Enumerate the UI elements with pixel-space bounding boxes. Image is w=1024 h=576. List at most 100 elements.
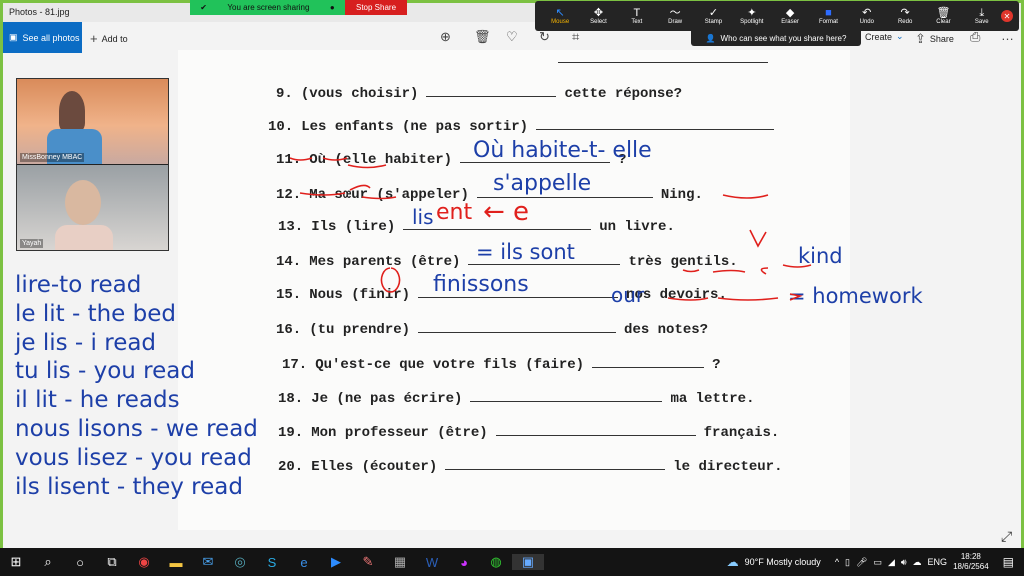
see-all-photos-button[interactable]: ▣ See all photos bbox=[3, 22, 82, 53]
notifications-icon[interactable]: ▤ bbox=[1003, 555, 1014, 569]
annotate-label: Redo bbox=[897, 19, 913, 25]
onedrive-icon[interactable]: ☁ bbox=[913, 557, 922, 568]
mail-icon[interactable]: ✉ bbox=[192, 554, 224, 570]
taskbar: ⊞ ⌕ ○ ⧉ ◉ ▬ ✉ ◎ S e ▶ ✎ ▦ W ◕ ◍ ▣ ☁ 90°F… bbox=[0, 548, 1024, 576]
app-icon[interactable]: ◕ bbox=[448, 555, 480, 570]
note-line: tu lis - you read bbox=[15, 358, 195, 385]
note-line: ils lisent - they read bbox=[15, 473, 243, 500]
rotate-icon[interactable]: ↻ bbox=[539, 29, 550, 45]
annotate-select-button[interactable]: ✥ Select bbox=[579, 7, 617, 25]
annotate-label: Draw bbox=[668, 19, 683, 25]
chrome-icon[interactable]: ◉ bbox=[128, 554, 160, 570]
meet-icon[interactable]: ▯ bbox=[845, 557, 850, 568]
annotate-label: Text bbox=[631, 19, 643, 25]
annotate-eraser-button[interactable]: ◆ Eraser bbox=[771, 7, 809, 25]
zoom-icon[interactable]: ⊕ bbox=[440, 29, 451, 45]
battery-icon[interactable]: ▭ bbox=[873, 557, 882, 568]
select-icon: ✥ bbox=[593, 7, 604, 19]
stop-share-label: Stop Share bbox=[355, 3, 397, 12]
cortana-icon[interactable]: ○ bbox=[64, 555, 96, 570]
browser-icon[interactable]: ◎ bbox=[224, 554, 256, 570]
redo-icon: ↷ bbox=[900, 7, 910, 19]
zoom-app-icon[interactable]: ▶ bbox=[320, 554, 352, 570]
plus-icon: + bbox=[90, 31, 98, 46]
chevron-up-icon[interactable]: ^ bbox=[835, 557, 839, 567]
windows-start-icon[interactable]: ⊞ bbox=[0, 554, 32, 570]
red-annotation-marks bbox=[289, 157, 812, 301]
annotation-toolbar: ↖ Mouse ✥ Select T Text 〜 Draw ✓ Stamp ✦ Spotlight ◆… bbox=[535, 1, 1019, 31]
participant-avatar bbox=[59, 91, 85, 131]
crop-icon[interactable]: ⌗ bbox=[572, 29, 579, 45]
word-icon[interactable]: W bbox=[416, 555, 448, 570]
stamp-icon: ✓ bbox=[708, 7, 719, 19]
annotate-clear-button[interactable]: 🗑 Clear bbox=[924, 7, 962, 25]
language-indicator[interactable]: ENG bbox=[928, 557, 948, 567]
time: 18:28 bbox=[960, 552, 981, 561]
sharing-status: You are screen sharing bbox=[227, 3, 310, 12]
edge-icon[interactable]: e bbox=[288, 555, 320, 570]
close-annotation-icon[interactable]: ✕ bbox=[1000, 10, 1013, 22]
date: 18/6/2564 bbox=[953, 562, 989, 571]
annotate-spotlight-button[interactable]: ✦ Spotlight bbox=[733, 7, 771, 25]
share-label: Share bbox=[929, 34, 954, 44]
print-icon[interactable]: ⎙ bbox=[970, 29, 980, 45]
paint-icon[interactable]: ✎ bbox=[352, 554, 384, 570]
participant-name: MissBonney MBAC bbox=[20, 153, 85, 162]
photos-window: Photos - 81.jpg ▣ See all photos + Add to … bbox=[3, 3, 1021, 548]
expand-icon[interactable]: ⤢ bbox=[1001, 528, 1012, 545]
video-tile[interactable]: Yayah bbox=[17, 165, 168, 250]
calculator-icon[interactable]: ▦ bbox=[384, 554, 416, 570]
search-icon[interactable]: ⌕ bbox=[32, 554, 64, 570]
window-title: Photos - 81.jpg bbox=[9, 7, 70, 17]
volume-icon[interactable]: 🔊︎ bbox=[901, 557, 907, 568]
favorite-icon[interactable]: ♡ bbox=[506, 29, 518, 45]
who-can-see-button[interactable]: 👤 Who can see what you share here? bbox=[691, 31, 861, 46]
mouse-icon: ↖ bbox=[555, 7, 565, 19]
note-line: le lit - the bed bbox=[15, 300, 176, 327]
microphone-icon[interactable]: 🎤︎ bbox=[856, 557, 867, 568]
save-icon: ⤓ bbox=[979, 7, 985, 19]
add-to-button[interactable]: + Add to bbox=[90, 31, 128, 46]
stop-share-button[interactable]: Stop Share bbox=[345, 0, 407, 15]
line-icon[interactable]: ◍ bbox=[480, 554, 512, 570]
share-icon: ⇪ bbox=[915, 31, 926, 46]
note-line: je lis - i read bbox=[15, 329, 157, 356]
screen-sharing-banner: ✔ You are screen sharing ● bbox=[190, 0, 345, 15]
draw-icon: 〜 bbox=[669, 7, 681, 19]
clock[interactable]: 18:28 18/6/2564 bbox=[953, 552, 989, 572]
annotate-save-button[interactable]: ⤓ Save bbox=[963, 7, 1001, 25]
photos-app-icon[interactable]: ▣ bbox=[512, 554, 544, 570]
task-view-icon[interactable]: ⧉ bbox=[96, 554, 128, 570]
trash-icon: 🗑 bbox=[936, 7, 951, 19]
annotate-stamp-button[interactable]: ✓ Stamp bbox=[694, 7, 732, 25]
annotate-redo-button[interactable]: ↷ Redo bbox=[886, 7, 924, 25]
share-button[interactable]: ⇪ Share bbox=[915, 31, 954, 47]
who-can-see-label: Who can see what you share here? bbox=[720, 34, 847, 43]
weather-text[interactable]: 90°F Mostly cloudy bbox=[745, 557, 821, 567]
person-icon: 👤 bbox=[705, 34, 716, 43]
file-explorer-icon[interactable]: ▬ bbox=[160, 555, 192, 570]
format-icon: ■ bbox=[825, 7, 832, 19]
annotate-format-button[interactable]: ■ Format bbox=[809, 7, 847, 25]
photos-icon: ▣ bbox=[9, 32, 18, 42]
annotate-draw-button[interactable]: 〜 Draw bbox=[656, 7, 694, 25]
worksheet-image: 9. (vous choisir) cette réponse? 10. Les enf… bbox=[178, 50, 923, 530]
note-line: vous lisez - you read bbox=[15, 444, 252, 471]
create-button[interactable]: Create ⌄ bbox=[865, 31, 904, 42]
spotlight-icon: ✦ bbox=[747, 7, 757, 19]
video-tile[interactable]: MissBonney MBAC bbox=[17, 79, 168, 164]
note-line: il lit - he reads bbox=[15, 387, 180, 414]
create-label: Create bbox=[865, 31, 893, 42]
participant-avatar bbox=[65, 180, 101, 225]
chevron-down-icon: ⌄ bbox=[896, 31, 904, 41]
annotate-label: Clear bbox=[936, 19, 951, 25]
annotate-label: Eraser bbox=[781, 19, 799, 25]
add-to-label: Add to bbox=[101, 33, 128, 44]
wifi-icon[interactable]: ◢ bbox=[888, 557, 895, 568]
delete-icon[interactable]: 🗑 bbox=[474, 29, 491, 45]
annotate-mouse-button[interactable]: ↖ Mouse bbox=[541, 7, 579, 25]
annotate-text-button[interactable]: T Text bbox=[618, 7, 656, 25]
skype-icon[interactable]: S bbox=[256, 555, 288, 570]
video-panel: MissBonney MBAC Yayah bbox=[16, 78, 169, 251]
annotate-undo-button[interactable]: ↶ Undo bbox=[848, 7, 886, 25]
